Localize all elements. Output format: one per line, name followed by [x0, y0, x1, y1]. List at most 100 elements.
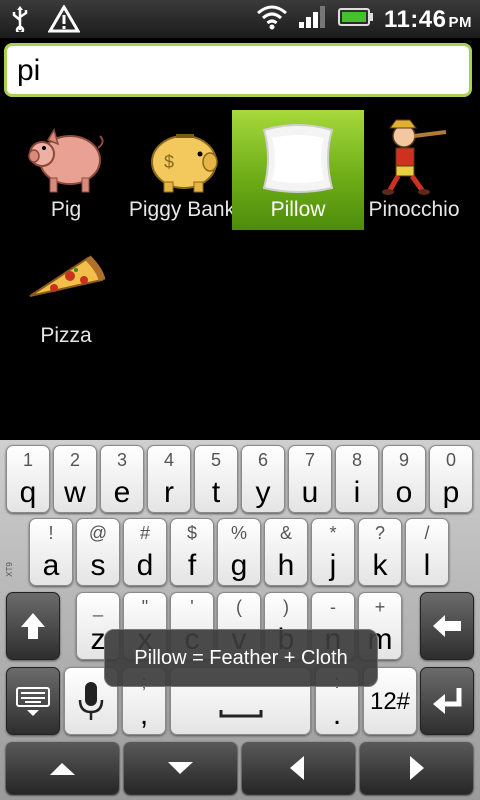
result-label: Piggy Bank: [128, 198, 236, 221]
result-item-pig[interactable]: Pig: [0, 110, 132, 230]
cursor-down-key[interactable]: [124, 742, 237, 794]
key-primary-label: a: [42, 549, 60, 582]
key-secondary-label: 5: [210, 450, 221, 470]
key-a[interactable]: ! a: [29, 518, 73, 586]
key-primary-label: .: [332, 698, 342, 731]
wifi-icon: [256, 4, 288, 35]
key-primary-label: p: [442, 476, 460, 509]
key-primary-label: y: [255, 476, 271, 509]
key-primary-label: h: [277, 549, 295, 582]
arrow-left-icon: [290, 756, 304, 780]
key-secondary-label: 8: [351, 450, 362, 470]
shift-key[interactable]: [6, 592, 60, 660]
key-secondary-label: 4: [163, 450, 174, 470]
key-primary-label: d: [136, 549, 154, 582]
keyboard-settings-key[interactable]: [6, 667, 60, 735]
key-f[interactable]: $ f: [170, 518, 214, 586]
xt9-label: XT9: [4, 562, 14, 577]
key-w[interactable]: 2w: [53, 445, 97, 513]
key-t[interactable]: 5t: [194, 445, 238, 513]
key-secondary-label: !: [48, 523, 54, 543]
key-u[interactable]: 7u: [288, 445, 332, 513]
key-primary-label: t: [211, 476, 221, 509]
key-primary-label: r: [164, 476, 174, 509]
key-g[interactable]: % g: [217, 518, 261, 586]
key-h[interactable]: & h: [264, 518, 308, 586]
key-secondary-label: _: [92, 597, 103, 617]
backspace-icon: [433, 615, 461, 637]
result-item-pillow[interactable]: Pillow: [232, 110, 364, 230]
key-secondary-label: %: [230, 523, 247, 543]
key-secondary-label: /: [424, 523, 430, 543]
key-o[interactable]: 9o: [382, 445, 426, 513]
key-secondary-label: 0: [445, 450, 456, 470]
suggestion-tooltip: Pillow = Feather + Cloth: [104, 629, 378, 687]
key-secondary-label: ": [141, 597, 149, 617]
key-k[interactable]: ? k: [358, 518, 402, 586]
key-primary-label: ,: [139, 698, 149, 731]
result-item-piggy-bank[interactable]: $ Piggy Bank: [116, 110, 248, 230]
key-primary-label: s: [90, 549, 106, 582]
shift-arrow-icon: [21, 613, 45, 639]
search-field[interactable]: [4, 43, 472, 97]
key-q[interactable]: 1q: [6, 445, 50, 513]
key-r[interactable]: 4r: [147, 445, 191, 513]
warning-icon: [47, 4, 81, 38]
result-item-pizza[interactable]: Pizza: [0, 236, 132, 356]
pinocchio-icon: [382, 119, 447, 195]
key-primary-label: o: [395, 476, 413, 509]
key-d[interactable]: # d: [123, 518, 167, 586]
backspace-key[interactable]: [420, 592, 474, 660]
battery-icon: [337, 7, 374, 32]
key-s[interactable]: @ s: [76, 518, 120, 586]
piggy-bank-icon: $: [151, 134, 218, 193]
key-primary-label: q: [19, 476, 37, 509]
signal-icon: [298, 5, 328, 34]
key-e[interactable]: 3e: [100, 445, 144, 513]
key-y[interactable]: 6y: [241, 445, 285, 513]
key-primary-label: k: [372, 549, 388, 582]
result-label: Pig: [50, 198, 82, 221]
result-label: Pinocchio: [368, 198, 460, 221]
cursor-right-key[interactable]: [360, 742, 473, 794]
key-secondary-label: 7: [304, 450, 315, 470]
enter-icon: [433, 688, 462, 714]
key-secondary-label: ': [190, 597, 194, 617]
key-l[interactable]: / l: [405, 518, 449, 586]
cursor-left-key[interactable]: [242, 742, 355, 794]
result-item-pinocchio[interactable]: Pinocchio: [348, 110, 480, 230]
key-secondary-label: *: [329, 523, 337, 543]
cursor-up-key[interactable]: [6, 742, 119, 794]
key-primary-label: i: [353, 476, 361, 509]
key-primary-label: u: [301, 476, 319, 509]
key-primary-label: j: [329, 549, 337, 582]
key-secondary-label: 2: [69, 450, 80, 470]
result-label: Pillow: [270, 198, 326, 221]
key-secondary-label: @: [88, 523, 108, 543]
enter-key[interactable]: [420, 667, 474, 735]
key-j[interactable]: * j: [311, 518, 355, 586]
arrow-up-icon: [50, 763, 75, 775]
clock: 11:46 PM: [383, 5, 472, 33]
svg-text:$: $: [164, 152, 174, 172]
results-grid: Pig $ Piggy Bank Pillow Pinocchio Pizza: [0, 110, 480, 440]
key-secondary-label: $: [186, 523, 197, 543]
pillow-icon: [262, 124, 334, 193]
key-secondary-label: 3: [116, 450, 127, 470]
key-secondary-label: ?: [374, 523, 385, 543]
key-secondary-label: &: [279, 523, 292, 543]
keyboard-icon: [16, 687, 50, 716]
key-secondary-label: +: [374, 597, 386, 617]
key-secondary-label: -: [330, 597, 336, 617]
key-primary-label: l: [423, 549, 431, 582]
usb-icon: [10, 6, 30, 37]
key-i[interactable]: 8i: [335, 445, 379, 513]
numbers-key-label: 12#: [369, 688, 411, 715]
key-secondary-label: (: [236, 597, 242, 617]
status-bar: 11:46 PM: [0, 0, 480, 38]
key-secondary-label: 1: [22, 450, 33, 470]
result-label: Pizza: [40, 324, 92, 347]
key-p[interactable]: 0p: [429, 445, 473, 513]
search-input[interactable]: [7, 46, 459, 96]
key-primary-label: f: [187, 549, 197, 582]
